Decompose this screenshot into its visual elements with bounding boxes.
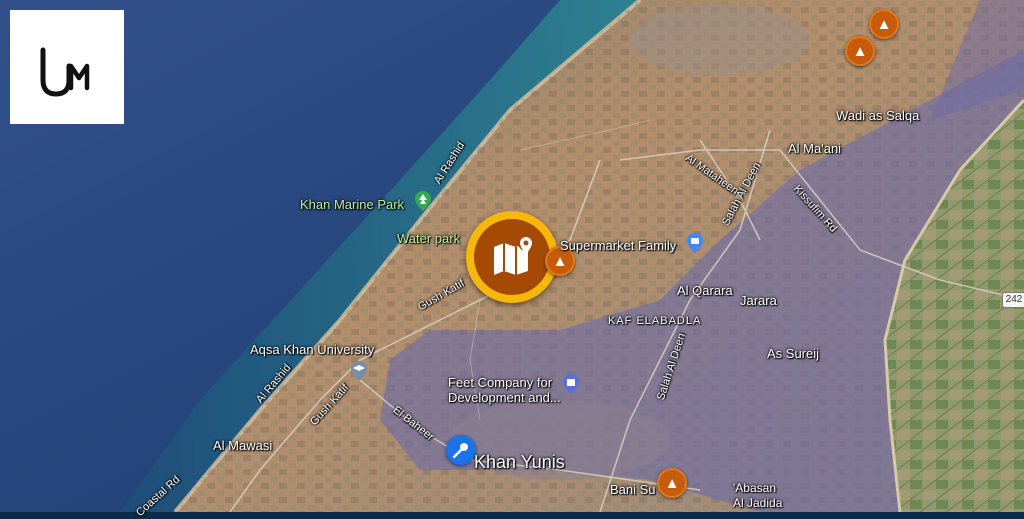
bomb-icon: ▲ — [552, 252, 568, 270]
microphone-marker[interactable] — [446, 435, 476, 465]
route-shield: 242 — [1002, 292, 1024, 308]
bomb-marker[interactable]: ▲ — [845, 36, 875, 66]
microphone-icon — [452, 443, 468, 459]
bomb-icon: ▲ — [664, 474, 680, 492]
map-marker[interactable] — [466, 211, 558, 303]
bomb-icon: ▲ — [852, 42, 868, 60]
university-pin-icon[interactable] — [350, 360, 368, 382]
place-label: Al Ma'ani — [788, 141, 842, 156]
park-pin-icon[interactable] — [414, 190, 432, 212]
brand-logo[interactable]: UM — [10, 10, 124, 124]
place-label: KAF ELABADLA — [608, 315, 702, 327]
place-label: 'Abasan Al Jadida — [733, 481, 783, 510]
city-label: Khan Yunis — [474, 452, 565, 472]
shopping-pin-icon[interactable] — [686, 232, 704, 254]
poi-label: Feet Company for Development and... — [448, 375, 561, 405]
place-label: Al Qarara — [677, 283, 733, 298]
place-label: Wadi as Salqa — [836, 108, 920, 123]
um-logo-icon — [40, 47, 90, 97]
bomb-marker[interactable]: ▲ — [869, 9, 899, 39]
poi-label: Aqsa Khan University — [250, 342, 375, 357]
place-label: Bani Su — [610, 482, 656, 497]
place-label: Jarara — [740, 293, 777, 308]
business-pin-icon[interactable] — [562, 373, 580, 395]
poi-label: Khan Marine Park — [300, 197, 405, 212]
bomb-marker[interactable]: ▲ — [657, 468, 687, 498]
bomb-icon: ▲ — [876, 15, 892, 33]
place-label: Al Mawasi — [213, 438, 273, 453]
poi-label: Water park — [397, 231, 461, 246]
poi-label: Supermarket Family — [560, 238, 677, 253]
place-label: As Sureij — [767, 346, 820, 361]
folded-map-pin-icon — [474, 219, 550, 295]
